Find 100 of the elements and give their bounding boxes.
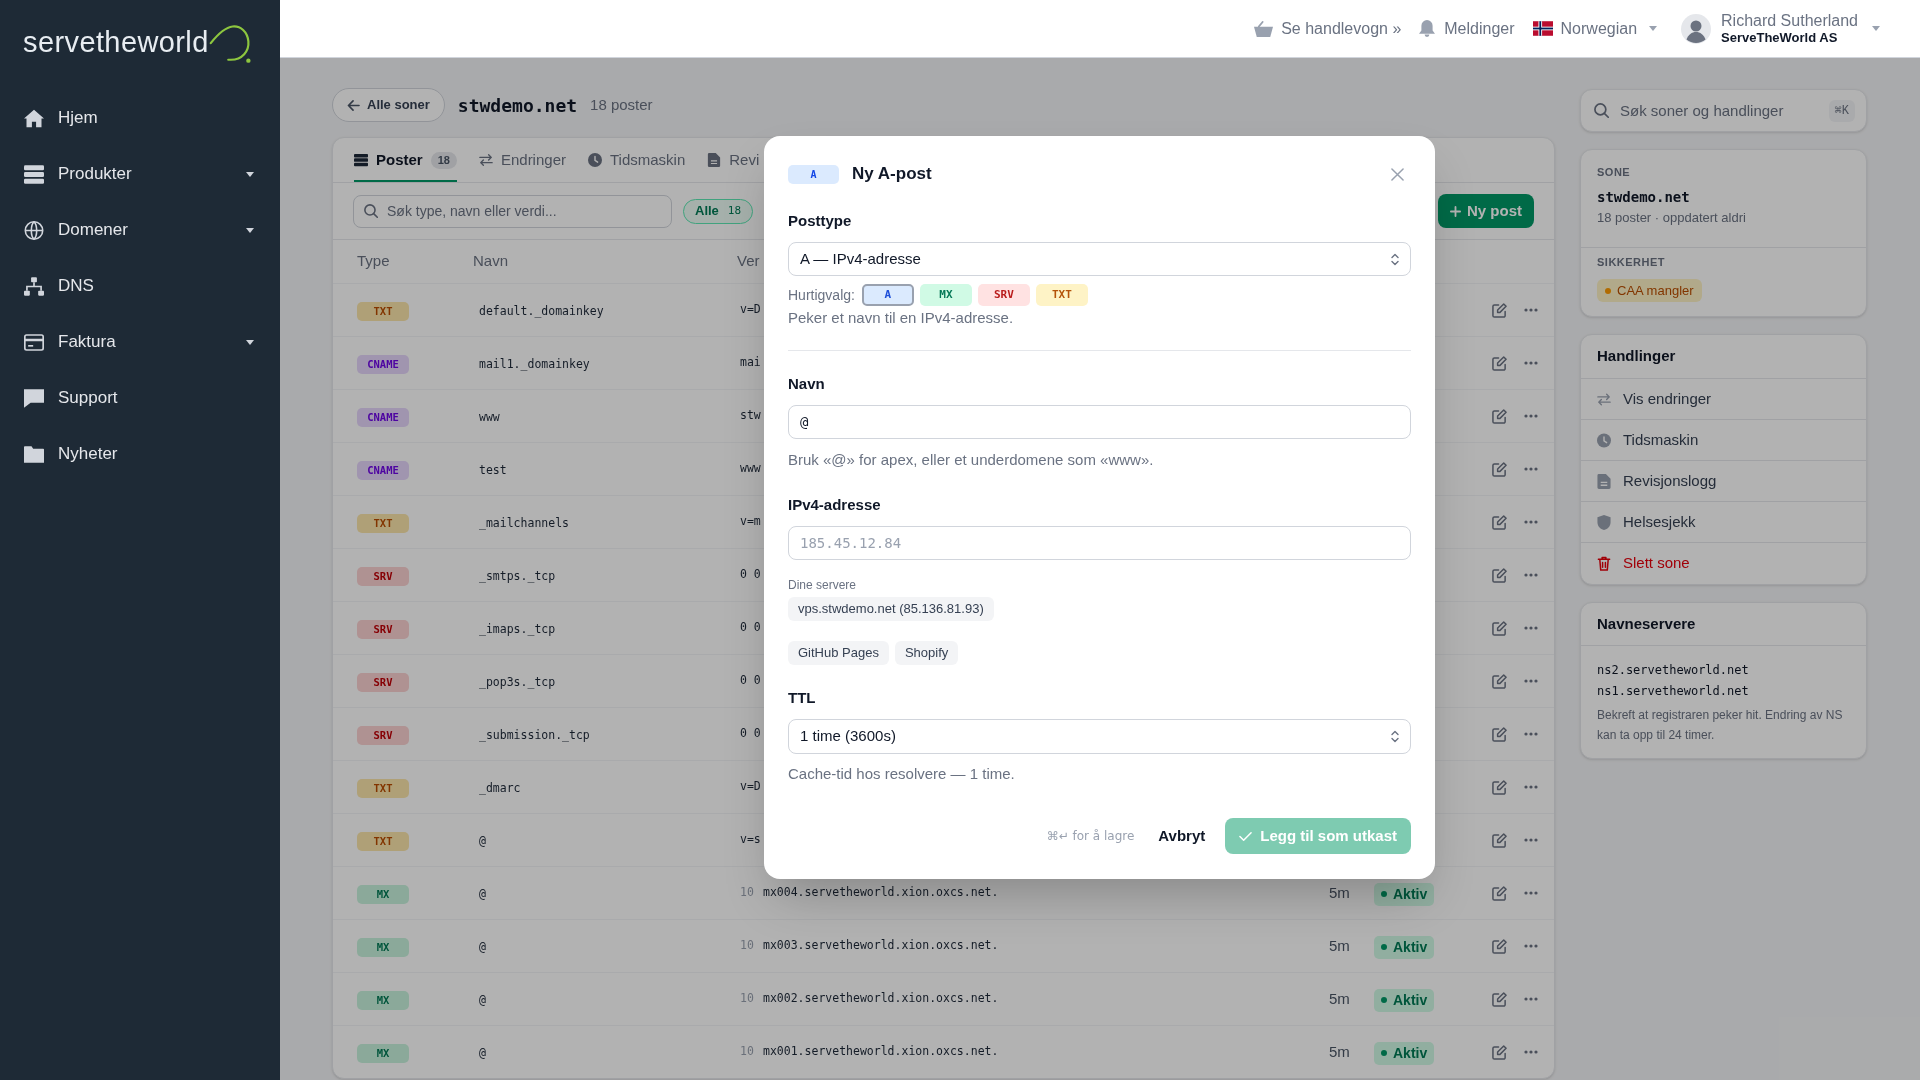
more-icon[interactable] (1524, 626, 1538, 630)
record-name: @ (479, 887, 486, 901)
close-icon[interactable] (1391, 167, 1404, 181)
tab[interactable]: Poster 18 (354, 138, 457, 182)
action-item[interactable]: Slett sone (1581, 543, 1866, 584)
record-name: @ (479, 940, 486, 954)
language-selector[interactable]: Norwegian (1532, 16, 1658, 41)
more-icon[interactable] (1524, 573, 1538, 577)
record-name: @ (479, 1046, 486, 1060)
back-button[interactable]: Alle soner (332, 88, 445, 122)
edit-icon[interactable] (1492, 461, 1507, 477)
tab[interactable]: Endringer (478, 138, 566, 182)
edit-icon[interactable] (1492, 514, 1507, 530)
edit-icon[interactable] (1492, 726, 1507, 742)
notifications-link[interactable]: Meldinger (1419, 16, 1515, 41)
more-icon[interactable] (1524, 944, 1538, 948)
record-name: www (479, 410, 500, 424)
clock-icon (588, 153, 602, 167)
edit-icon[interactable] (1492, 567, 1507, 583)
action-item[interactable]: Revisjonslogg (1581, 461, 1866, 502)
nav-item[interactable]: DNS (0, 258, 280, 314)
status-dot-icon (1381, 997, 1387, 1004)
cancel-button[interactable]: Avbryt (1158, 824, 1206, 848)
tab[interactable]: Revi (707, 138, 760, 182)
nav-item[interactable]: Hjem (0, 90, 280, 146)
more-icon[interactable] (1524, 838, 1538, 842)
more-icon[interactable] (1524, 997, 1538, 1001)
edit-icon[interactable] (1492, 779, 1507, 795)
record-name: @ (479, 993, 486, 1007)
more-icon[interactable] (1524, 785, 1538, 789)
more-icon[interactable] (1524, 467, 1538, 471)
caret-down-icon (246, 171, 254, 177)
edit-icon[interactable] (1492, 620, 1507, 636)
edit-icon[interactable] (1492, 1044, 1507, 1060)
nav-item[interactable]: Nyheter (0, 426, 280, 482)
quick-pick-chip[interactable]: A (861, 284, 914, 306)
ttl-select[interactable]: 1 time (3600s) (788, 719, 1411, 754)
record-type-select[interactable]: A — IPv4-adresse (788, 242, 1411, 276)
record-priority: 10 (740, 937, 755, 955)
more-icon[interactable] (1524, 1050, 1538, 1054)
record-name: _dmarc (479, 781, 521, 795)
record-ttl: 5m (1329, 990, 1350, 1007)
action-item[interactable]: Vis endringer (1581, 379, 1866, 420)
record-count: 18 poster (590, 94, 653, 115)
more-icon[interactable] (1524, 891, 1538, 895)
network-icon (24, 276, 44, 296)
record-type-badge: MX (357, 938, 409, 958)
action-item[interactable]: Tidsmaskin (1581, 420, 1866, 461)
edit-icon[interactable] (1492, 885, 1507, 901)
avatar-icon (1681, 13, 1712, 44)
preset-chip[interactable]: GitHub Pages (788, 641, 889, 665)
record-priority: 10 (740, 884, 755, 902)
caret-down-icon (1872, 26, 1880, 31)
edit-icon[interactable] (1492, 302, 1507, 318)
record-name: default._domainkey (479, 304, 604, 318)
filter-count: 18 (727, 202, 742, 219)
nameserver: ns2.servetheworld.net (1597, 662, 1749, 679)
record-value: mx002.servetheworld.xion.oxcs.net. (763, 990, 999, 1008)
nav-item[interactable]: Produkter (0, 146, 280, 202)
nav-item[interactable]: Domener (0, 202, 280, 258)
quick-pick-chip[interactable]: MX (919, 284, 972, 306)
folder-icon (24, 444, 44, 464)
preset-chip[interactable]: Shopify (894, 641, 959, 665)
user-menu[interactable]: Richard Sutherland ServeTheWorld AS (1681, 11, 1880, 46)
edit-icon[interactable] (1492, 673, 1507, 689)
search-icon (1594, 103, 1609, 118)
quick-pick-chip[interactable]: TXT (1035, 284, 1088, 306)
more-icon[interactable] (1524, 361, 1538, 365)
home-icon (24, 108, 44, 128)
nav-item[interactable]: Support (0, 370, 280, 426)
filter-chip[interactable]: Alle 18 (683, 198, 754, 224)
record-value: mx004.servetheworld.xion.oxcs.net. (763, 884, 999, 902)
edit-icon[interactable] (1492, 938, 1507, 954)
edit-icon[interactable] (1492, 991, 1507, 1007)
field-label: Navn (788, 374, 825, 394)
more-icon[interactable] (1524, 414, 1538, 418)
record-type-badge: TXT (357, 514, 409, 534)
search-field[interactable]: Søk type, navn eller verdi... (353, 194, 672, 228)
edit-icon[interactable] (1492, 355, 1507, 371)
edit-icon[interactable] (1492, 832, 1507, 848)
more-icon[interactable] (1524, 520, 1538, 524)
action-item[interactable]: Helsesjekk (1581, 502, 1866, 543)
trash-icon (1597, 556, 1611, 571)
more-icon[interactable] (1524, 308, 1538, 312)
edit-icon[interactable] (1492, 408, 1507, 424)
record-value: www (740, 460, 761, 478)
record-value: v=s (740, 831, 761, 849)
server-chip[interactable]: vps.stwdemo.net (85.136.81.93) (788, 597, 994, 621)
more-icon[interactable] (1524, 732, 1538, 736)
record-value: 0 0 (740, 672, 761, 690)
record-name: mail1._domainkey (479, 357, 590, 371)
name-input[interactable]: @ (788, 405, 1411, 439)
address-input[interactable]: 185.45.12.84 (788, 526, 1411, 560)
tab[interactable]: Tidsmaskin (588, 138, 686, 182)
nav-item[interactable]: Faktura (0, 314, 280, 370)
quick-pick-chip[interactable]: SRV (977, 284, 1030, 306)
column-header: Navn (473, 252, 509, 270)
more-icon[interactable] (1524, 679, 1538, 683)
record-type-badge: SRV (357, 620, 409, 640)
cart-link[interactable]: Se handlevogn » (1254, 16, 1402, 41)
